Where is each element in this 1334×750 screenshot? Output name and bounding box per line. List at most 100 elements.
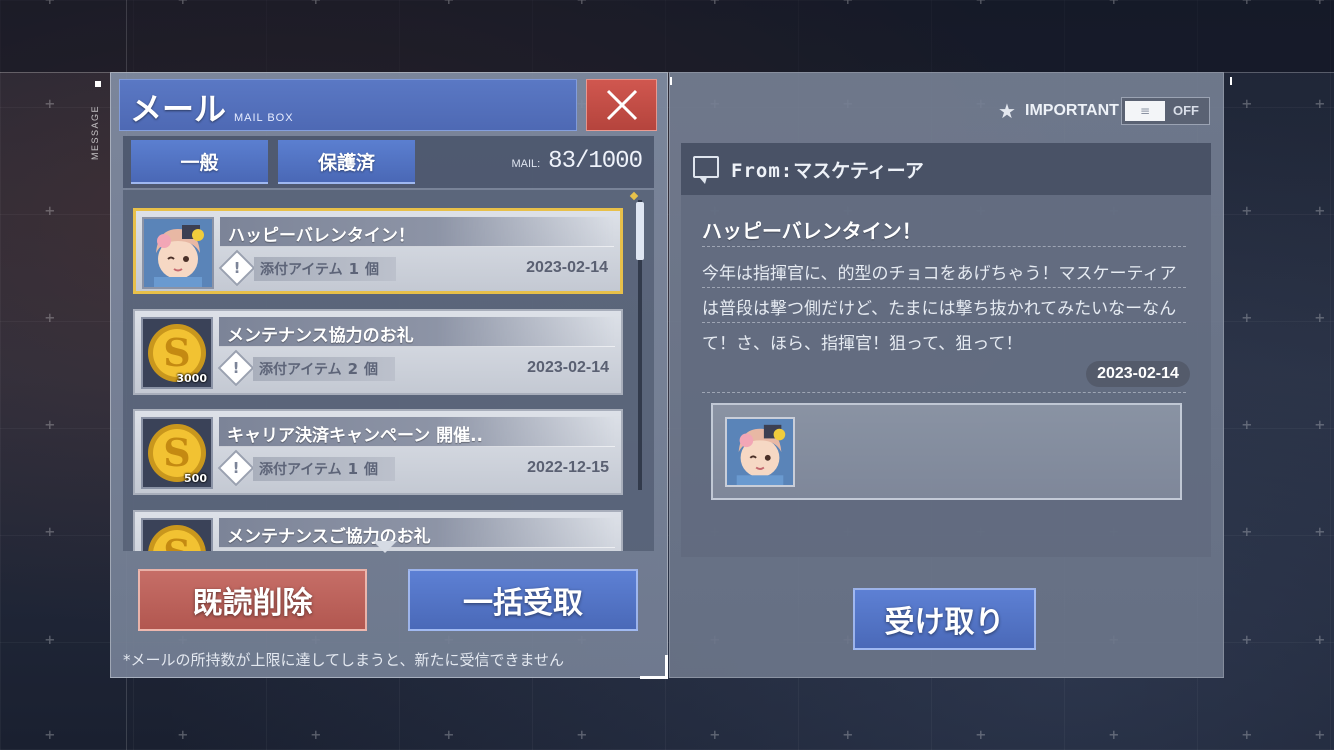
page-subtitle: MAIL BOX [234, 112, 294, 124]
sender-bar: From:マスケティーア [681, 143, 1211, 195]
mail-date: 2023-02-14 [527, 359, 609, 376]
crosshair-mark: + [45, 0, 55, 8]
mail-counter: MAIL: 83/1000 [511, 148, 643, 178]
crosshair-mark: + [976, 725, 986, 744]
svg-text:S: S [163, 531, 190, 551]
crosshair-mark: + [1315, 522, 1325, 541]
attachment-box [711, 403, 1182, 500]
character-portrait-icon [142, 217, 214, 289]
mail-counter-label: MAIL: [511, 158, 541, 170]
svg-text:S: S [163, 430, 190, 475]
attachment-alert-icon: ! [218, 249, 256, 287]
crosshair-mark: + [710, 725, 720, 744]
receive-all-button[interactable]: 一括受取 [408, 569, 638, 631]
crosshair-mark: + [311, 0, 321, 8]
side-label: MESSAGE [90, 104, 100, 160]
crosshair-mark: + [1315, 308, 1325, 327]
tab-general[interactable]: 一般 [131, 140, 268, 184]
crosshair-mark: + [1242, 94, 1252, 113]
toggle-state: OFF [1173, 103, 1199, 118]
mail-item[interactable]: S 500 キャリア決済キャンペーン 開催.. ! 添付アイテム 1 個 202… [133, 409, 623, 495]
attachment-unit: 個 [364, 462, 379, 478]
crosshair-mark: + [178, 0, 188, 8]
important-label: IMPORTANT [1025, 102, 1119, 119]
attachment-alert-icon: ! [217, 449, 255, 487]
crosshair-mark: + [1315, 415, 1325, 434]
crosshair-mark: + [45, 725, 55, 744]
gold-coin-icon: S 3000 [141, 317, 213, 389]
crosshair-mark: + [1242, 415, 1252, 434]
mail-detail: From:マスケティーア ハッピーバレンタイン！ 今年は指揮官に、的型のチョコを… [681, 143, 1211, 557]
message-date: 2023-02-14 [1086, 361, 1190, 387]
mail-title: メンテナンス協力のお礼 [227, 326, 414, 346]
sender-name: マスケティーア [793, 160, 924, 182]
gold-coin-icon: S 500 [141, 417, 213, 489]
receive-button[interactable]: 受け取り [853, 588, 1036, 650]
corner-bracket [640, 655, 668, 679]
mail-tab-bar: 一般 保護済 MAIL: 83/1000 [123, 136, 654, 188]
crosshair-mark: + [1242, 0, 1252, 8]
mail-list[interactable]: ハッピーバレンタイン！ ! 添付アイテム 1 個 2023-02-14 S 30… [123, 190, 654, 551]
mailbox-panel: メール MAIL BOX 一般 保護済 MAIL: 83/1000 ハッピーバレ… [110, 72, 668, 678]
crosshair-mark: + [45, 308, 55, 327]
crosshair-mark: + [843, 0, 853, 8]
mail-title-bar: メンテナンス協力のお礼 [219, 317, 615, 347]
attachment-count: 2 [347, 360, 359, 378]
attachment-info: 添付アイテム 2 個 [253, 357, 395, 381]
attachment-count: 1 [348, 260, 360, 278]
divider [702, 246, 1186, 247]
mailbox-header: メール MAIL BOX [119, 79, 577, 131]
crosshair-mark: + [843, 725, 853, 744]
divider [702, 392, 1186, 393]
attachment-info: 添付アイテム 1 個 [253, 457, 395, 481]
attachment-unit: 個 [365, 262, 380, 278]
attachment-label: 添付アイテム [259, 462, 342, 478]
delete-read-button[interactable]: 既読削除 [138, 569, 367, 631]
scroll-down-indicator [373, 541, 397, 553]
scrollbar-thumb[interactable] [636, 202, 644, 260]
panel-tick [1230, 77, 1232, 85]
crosshair-mark: + [577, 725, 587, 744]
close-icon [606, 89, 637, 121]
mail-detail-panel: ★ IMPORTANT ≡ OFF From:マスケティーア ハッピーバレンタイ… [669, 72, 1232, 678]
sender-prefix: From: [731, 160, 794, 182]
crosshair-mark: + [1242, 522, 1252, 541]
important-toggle[interactable]: ≡ OFF [1121, 97, 1210, 125]
attachment-label: 添付アイテム [259, 362, 342, 378]
crosshair-mark: + [45, 630, 55, 649]
crosshair-mark: + [1315, 201, 1325, 220]
item-quantity: 3000 [176, 372, 207, 385]
panel-tick [670, 77, 672, 85]
mail-title-bar: メンテナンスご協力のお礼 [219, 518, 615, 548]
crosshair-mark: + [45, 201, 55, 220]
mail-item-selected[interactable]: ハッピーバレンタイン！ ! 添付アイテム 1 個 2023-02-14 [133, 208, 623, 294]
attachment-alert-icon: ! [217, 349, 255, 387]
crosshair-mark: + [1315, 725, 1325, 744]
crosshair-mark: + [178, 725, 188, 744]
gold-coin-icon: S [141, 518, 213, 551]
crosshair-mark: + [1242, 308, 1252, 327]
message-body: 今年は指揮官に、的型のチョコをあげちゃう！マスケーティアは普段は撃つ側だけど、た… [702, 264, 1177, 354]
close-button[interactable] [586, 79, 657, 131]
character-portrait-icon[interactable] [725, 417, 795, 487]
crosshair-mark: + [45, 94, 55, 113]
crosshair-mark: + [577, 0, 587, 8]
tab-protected[interactable]: 保護済 [278, 140, 415, 184]
crosshair-mark: + [45, 415, 55, 434]
item-quantity: 500 [184, 472, 207, 485]
crosshair-mark: + [1315, 94, 1325, 113]
attachment-label: 添付アイテム [260, 262, 343, 278]
crosshair-mark: + [1315, 0, 1325, 8]
toggle-knob[interactable]: ≡ [1125, 101, 1165, 121]
attachment-count: 1 [347, 460, 359, 478]
crosshair-mark: + [1109, 725, 1119, 744]
scrollbar-marker [629, 191, 639, 201]
mail-counter-value: 83/1000 [548, 148, 643, 175]
mail-date: 2022-12-15 [527, 459, 609, 476]
crosshair-mark: + [444, 0, 454, 8]
mailbox-limit-note: *メールの所持数が上限に達してしまうと、新たに受信できません [123, 651, 565, 669]
crosshair-mark: + [1315, 630, 1325, 649]
page-title: メール [130, 90, 227, 128]
mail-item[interactable]: S 3000 メンテナンス協力のお礼 ! 添付アイテム 2 個 2023-02-… [133, 309, 623, 395]
mail-title: メンテナンスご協力のお礼 [227, 527, 431, 547]
